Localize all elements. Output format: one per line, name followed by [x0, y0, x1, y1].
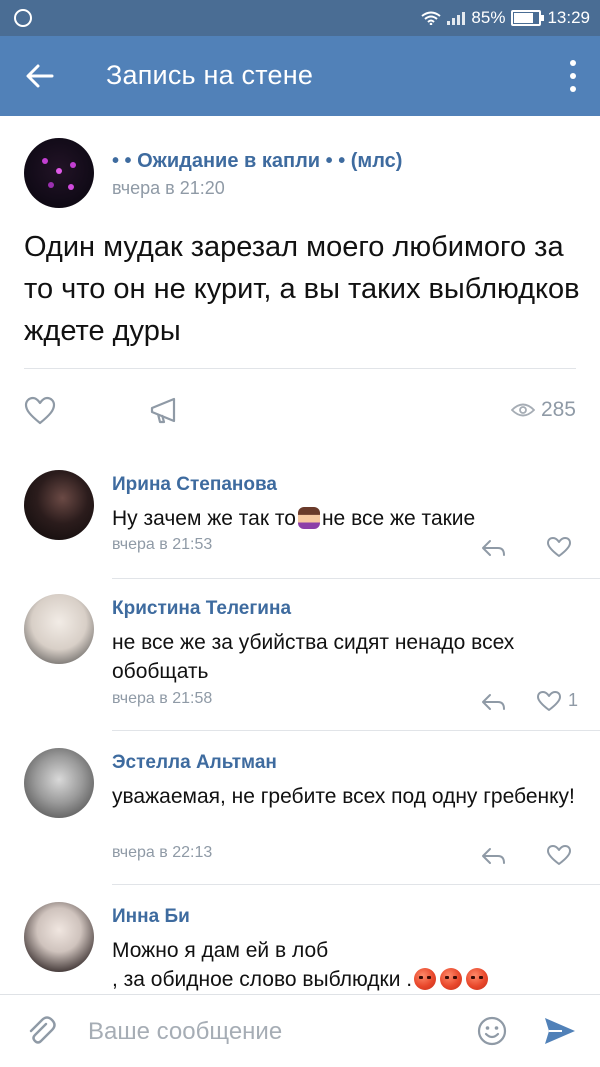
heart-icon[interactable]: [24, 396, 56, 426]
paperclip-icon[interactable]: [24, 1015, 58, 1049]
post-actions: 285: [0, 386, 600, 440]
comment-time: вчера в 21:53: [112, 536, 213, 553]
post-text: Один мудак зарезал моего любимого за то …: [24, 231, 580, 347]
heart-icon[interactable]: [546, 844, 572, 866]
comment: Инна Би Можно я дам ей в лоб , за обидно…: [0, 888, 600, 994]
smile-icon[interactable]: [476, 1015, 508, 1047]
angry-emoji-icon: [440, 968, 463, 990]
status-bar: 85% 13:29: [0, 0, 600, 36]
reply-icon[interactable]: [480, 692, 506, 712]
battery-icon: [511, 10, 545, 26]
post-author[interactable]: • • Ожидание в капли • • (млс): [112, 150, 402, 173]
wifi-icon: [421, 11, 442, 25]
shrug-emoji-icon: [297, 507, 320, 529]
eye-icon: [510, 403, 535, 417]
comment-text: Ну зачем же так то не все же такие: [112, 504, 582, 533]
send-icon[interactable]: [542, 1015, 578, 1047]
views-value: 285: [540, 398, 576, 421]
comment-text-line2: , за обидное слово выблюдки .: [112, 968, 413, 991]
battery-fill: [514, 13, 534, 23]
divider: [112, 730, 600, 731]
post-time: вчера в 21:20: [112, 178, 225, 198]
comment-time: вчера в 21:58: [112, 690, 213, 707]
comment: Ирина Степанова Ну зачем же так то не все…: [0, 456, 600, 580]
comment-time: вчера в 22:13: [112, 844, 213, 861]
comment: Эстелла Альтман уважаемая, не гребите вс…: [0, 734, 600, 884]
comment-author[interactable]: Инна Би: [112, 906, 190, 928]
settings-icon: [14, 9, 32, 27]
comment-text: не все же за убийства сидят ненадо всех …: [112, 631, 515, 683]
share-icon[interactable]: [148, 394, 180, 426]
angry-emoji-icon: [466, 968, 489, 990]
comment-text-line: , за обидное слово выблюдки .: [112, 965, 582, 994]
comment: Кристина Телегина не все же за убийства …: [0, 580, 600, 730]
view-count: 285: [510, 398, 576, 422]
more-vert-icon[interactable]: [568, 60, 578, 92]
comment-text: уважаемая, не гребите всех под одну греб…: [112, 785, 575, 808]
page-title: Запись на стене: [106, 60, 314, 90]
avatar[interactable]: [24, 470, 94, 540]
comment-text-before: Ну зачем же так то: [112, 507, 296, 530]
avatar[interactable]: [24, 138, 94, 208]
comment-author[interactable]: Эстелла Альтман: [112, 752, 277, 774]
comment-text: Можно я дам ей в лоб , за обидное слово …: [112, 936, 582, 994]
heart-icon[interactable]: [536, 690, 562, 712]
avatar[interactable]: [24, 748, 94, 818]
signal-icon: [447, 11, 466, 25]
message-input[interactable]: [86, 1013, 470, 1051]
like-count: 1: [568, 690, 579, 710]
heart-icon[interactable]: [546, 536, 572, 558]
status-bar-right: 85% 13:29: [421, 8, 590, 28]
divider: [24, 368, 576, 369]
message-composer: [0, 994, 600, 1067]
comment-text-line: Можно я дам ей в лоб: [112, 939, 329, 962]
app-bar: Запись на стене: [0, 36, 600, 116]
divider: [112, 578, 600, 579]
clock: 13:29: [547, 8, 590, 27]
reply-icon[interactable]: [480, 538, 506, 558]
back-arrow-icon[interactable]: [22, 58, 58, 94]
comment-author[interactable]: Ирина Степанова: [112, 474, 277, 496]
angry-emoji-icon: [414, 968, 437, 990]
comment-text-after: не все же такие: [321, 507, 476, 530]
comment-author[interactable]: Кристина Телегина: [112, 598, 291, 620]
reply-icon[interactable]: [480, 846, 506, 866]
battery-percent: 85%: [471, 8, 506, 27]
avatar[interactable]: [24, 902, 94, 972]
divider: [112, 884, 600, 885]
avatar[interactable]: [24, 594, 94, 664]
